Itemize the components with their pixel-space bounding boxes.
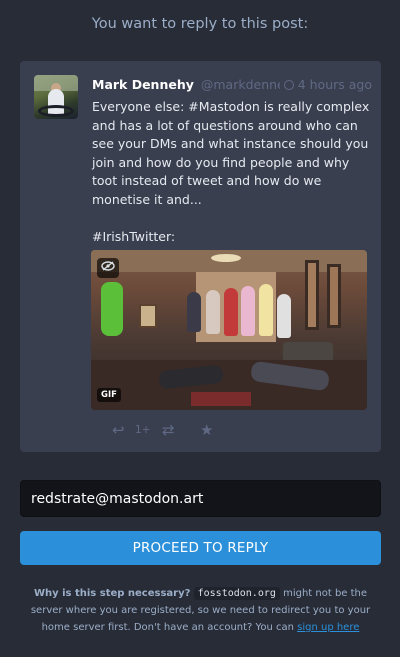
account-input[interactable]	[20, 480, 381, 517]
status-actions: ↩ 1+ ⇄ ★	[92, 420, 232, 440]
status-card[interactable]: Mark Dennehy @markdennehy... 4 hours ago…	[20, 61, 381, 452]
status-content: Everyone else: #Mastodon is really compl…	[92, 98, 372, 265]
status-header: Mark Dennehy @markdennehy... 4 hours ago	[92, 77, 372, 95]
avatar[interactable]	[34, 75, 78, 119]
relative-time: 4 hours ago	[297, 77, 372, 92]
server-domain: fosstodon.org	[193, 587, 280, 600]
help-text: Why is this step necessary? fosstodon.or…	[20, 585, 381, 636]
globe-icon	[283, 80, 294, 90]
page-heading: You want to reply to this post:	[91, 16, 309, 32]
proceed-to-reply-button[interactable]: PROCEED TO REPLY	[20, 531, 381, 565]
reply-count: 1+	[135, 424, 151, 436]
gif-badge: GIF	[97, 388, 121, 402]
status-paragraph: #IrishTwitter:	[92, 228, 176, 244]
eye-slash-icon[interactable]	[97, 258, 119, 278]
sign-up-link[interactable]: sign up here	[297, 622, 359, 633]
status-time[interactable]: 4 hours ago	[279, 77, 372, 92]
help-question: Why is this step necessary?	[33, 588, 191, 599]
display-name[interactable]: Mark Dennehy	[92, 77, 194, 92]
media-gif[interactable]: GIF	[91, 250, 367, 410]
reply-icon[interactable]: ↩	[112, 420, 125, 440]
star-icon[interactable]: ★	[200, 420, 213, 440]
status-paragraph: Everyone else: #Mastodon is really compl…	[92, 99, 370, 207]
retweet-icon[interactable]: ⇄	[162, 420, 175, 440]
